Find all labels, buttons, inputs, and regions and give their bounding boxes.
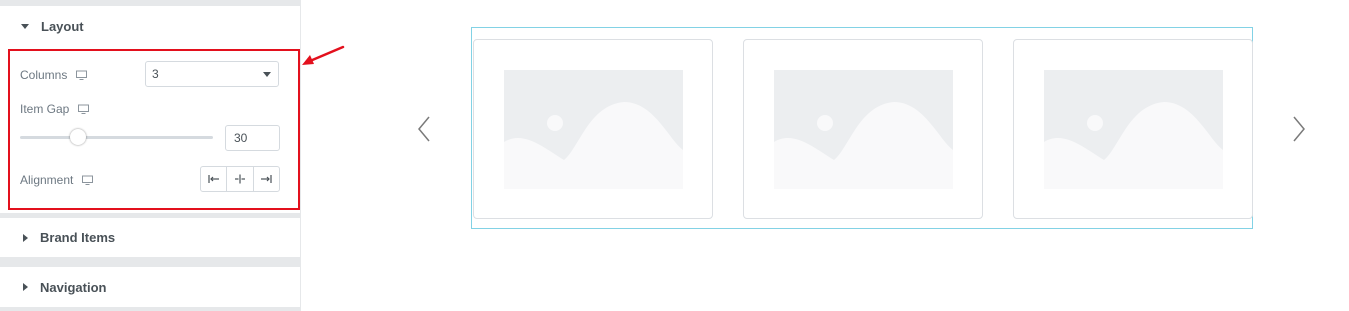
brand-items-section-header[interactable]: Brand Items (0, 218, 300, 257)
chevron-right-icon[interactable] (1292, 116, 1306, 142)
alignment-row-label: Alignment (20, 173, 94, 187)
alignment-label: Alignment (20, 173, 74, 187)
brand-card[interactable] (743, 39, 983, 219)
align-left-icon (208, 175, 219, 183)
item-gap-input[interactable]: 30 (225, 125, 280, 151)
caret-down-icon (21, 23, 29, 29)
caret-right-icon (23, 233, 28, 242)
align-left-button[interactable] (201, 167, 228, 191)
align-center-icon (234, 174, 245, 184)
brand-card[interactable] (1013, 39, 1253, 219)
align-right-icon (261, 175, 272, 183)
settings-panel: Layout Columns 3 Item Gap 30 Alignment B… (0, 0, 301, 311)
image-placeholder-icon (774, 70, 953, 189)
align-center-button[interactable] (227, 167, 254, 191)
columns-label: Columns (20, 68, 68, 82)
item-gap-label: Item Gap (20, 102, 70, 116)
columns-row-label: Columns (20, 68, 88, 82)
navigation-section-title: Navigation (40, 279, 107, 295)
item-gap-slider-handle[interactable] (69, 129, 86, 145)
item-gap-input-value: 30 (234, 131, 248, 145)
brand-card[interactable] (473, 39, 713, 219)
caret-right-icon (23, 283, 28, 291)
item-gap-slider-track[interactable] (20, 136, 213, 139)
chevron-down-icon (263, 72, 271, 77)
monitor-icon[interactable] (76, 70, 88, 81)
columns-select[interactable]: 3 (145, 61, 279, 87)
item-gap-row-label: Item Gap (20, 102, 90, 116)
alignment-button-group (200, 166, 280, 192)
align-right-button[interactable] (254, 167, 279, 191)
monitor-icon[interactable] (82, 175, 94, 186)
columns-select-value: 3 (152, 67, 159, 81)
chevron-left-icon[interactable] (417, 116, 431, 142)
layout-section-title: Layout (41, 18, 84, 34)
image-placeholder-icon (504, 70, 683, 189)
annotation-arrow-icon (302, 45, 345, 65)
image-placeholder-icon (1044, 70, 1223, 189)
navigation-section: Navigation (0, 267, 300, 307)
brand-items-section: Brand Items (0, 218, 300, 257)
navigation-section-header[interactable]: Navigation (0, 267, 300, 307)
layout-section-header[interactable]: Layout (0, 6, 300, 46)
brand-items-section-title: Brand Items (40, 230, 116, 245)
brand-carousel (471, 27, 1253, 229)
monitor-icon[interactable] (78, 104, 90, 115)
